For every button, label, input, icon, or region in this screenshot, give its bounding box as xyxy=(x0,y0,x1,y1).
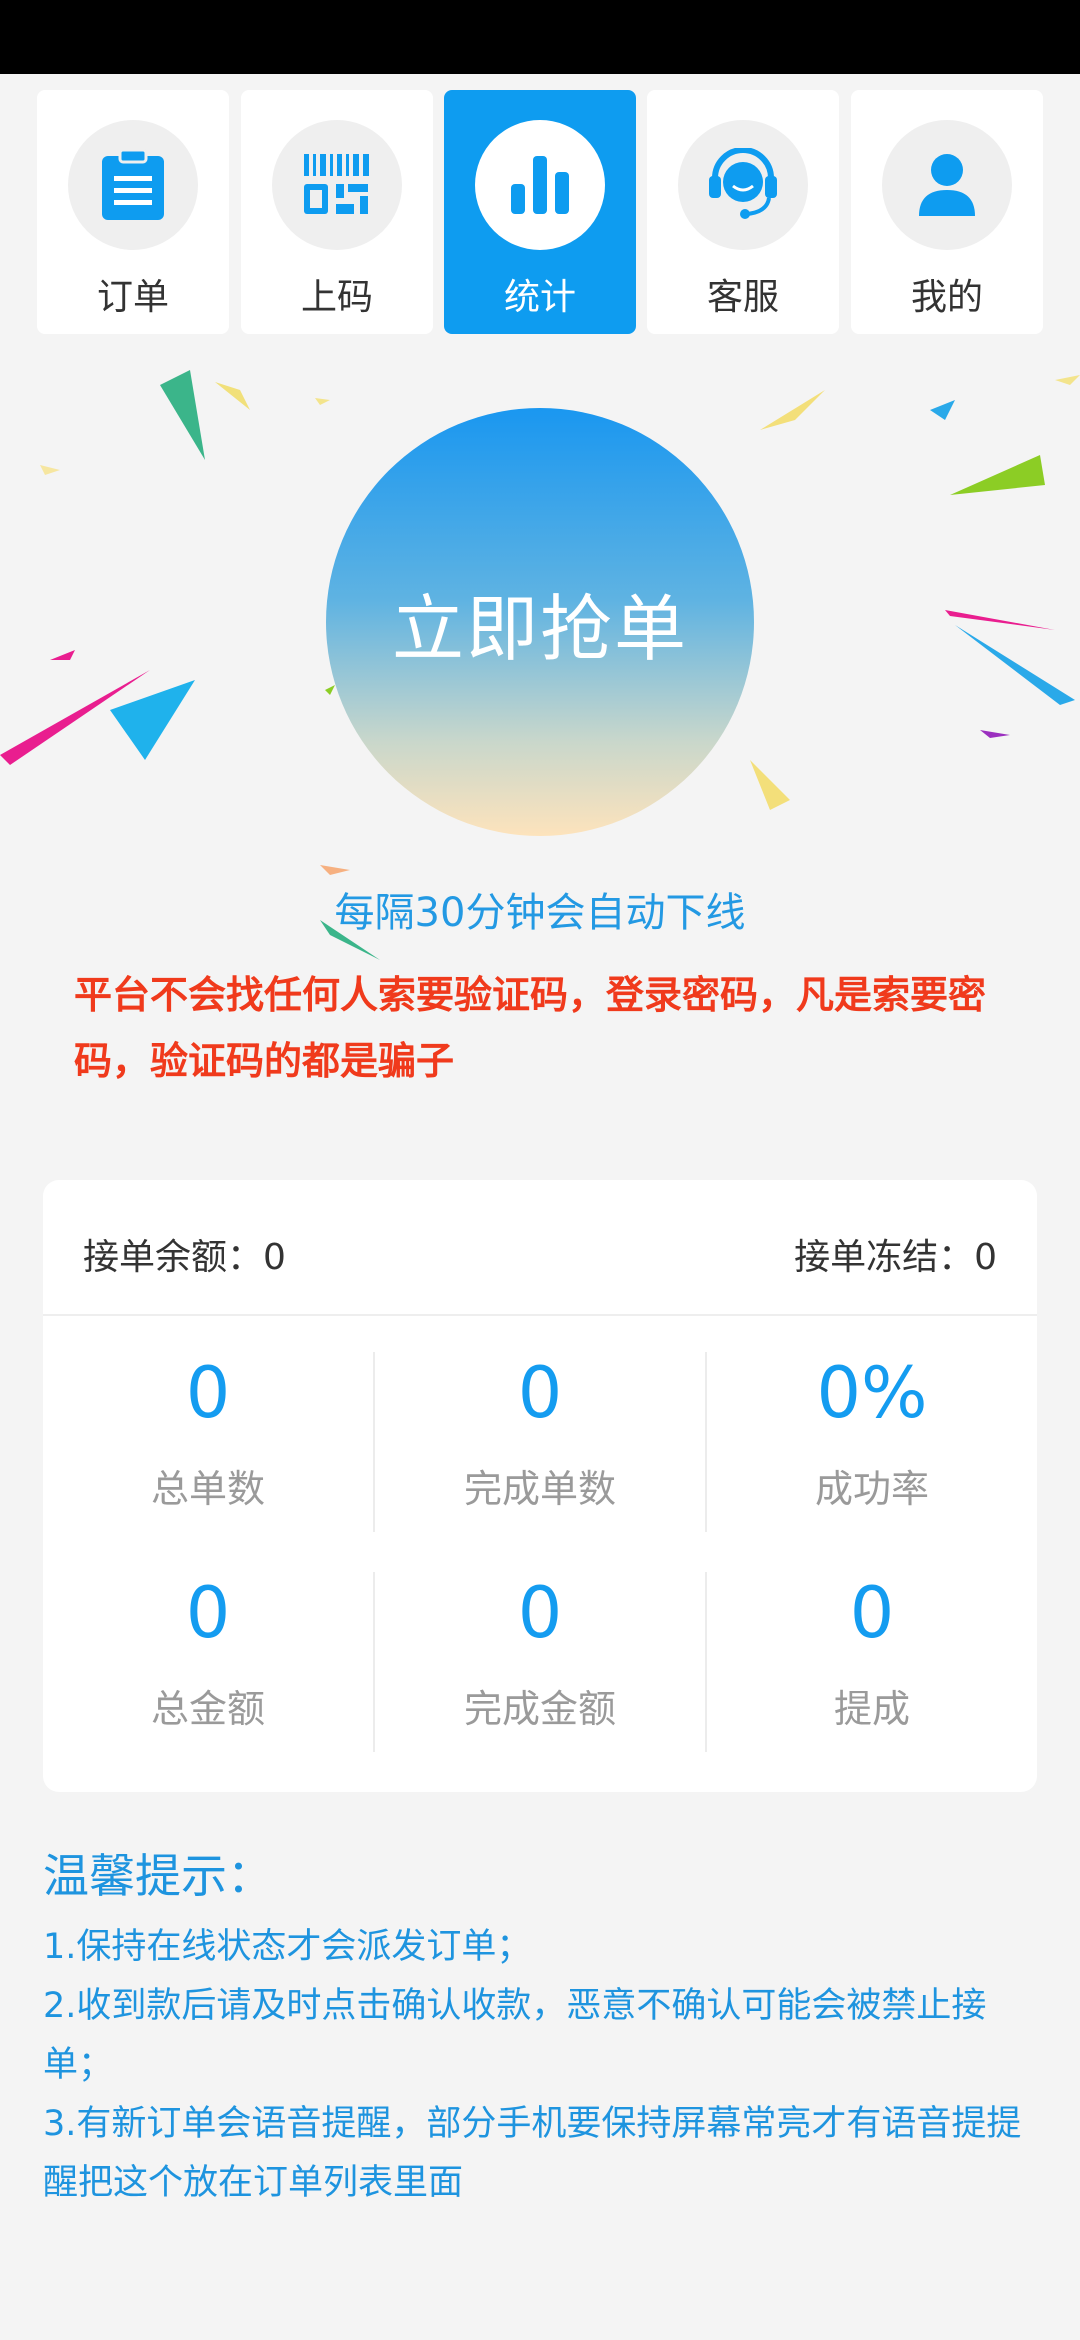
stat-value: 0 xyxy=(517,1572,563,1654)
tab-orders[interactable]: 订单 xyxy=(37,90,229,334)
stat-label: 提成 xyxy=(833,1687,910,1731)
headset-icon xyxy=(678,120,808,250)
tab-mine-label: 我的 xyxy=(910,277,983,318)
status-bar xyxy=(0,0,1080,74)
fraud-warning: 平台不会找任何人索要验证码，登录密码，凡是索要密码，验证码的都是骗子 xyxy=(74,973,987,1083)
stats-card: 接单余额：0 接单冻结：0 0 总单数 0 完成单数 0% 成功率 0 总金额 … xyxy=(43,1180,1037,1792)
tab-upload-code[interactable]: 上码 xyxy=(241,90,433,334)
tab-orders-label: 订单 xyxy=(96,277,169,318)
tips-list: 1.保持在线状态才会派发订单； 2.收到款后请及时点击确认收款，恶意不确认可能会… xyxy=(43,1918,1023,2213)
stat-success-rate: 0% 成功率 xyxy=(707,1352,1037,1532)
tab-upload-code-label: 上码 xyxy=(300,277,373,318)
stat-label: 完成金额 xyxy=(463,1687,616,1731)
stat-label: 成功率 xyxy=(814,1467,929,1511)
stat-label: 总单数 xyxy=(150,1467,265,1511)
tips-title: 温馨提示： xyxy=(43,1849,273,1903)
user-icon xyxy=(882,120,1012,250)
stat-completed-amount: 0 完成金额 xyxy=(375,1572,705,1752)
tab-customer-service[interactable]: 客服 xyxy=(647,90,839,334)
stat-completed-orders: 0 完成单数 xyxy=(375,1352,705,1532)
stat-value: 0% xyxy=(816,1352,928,1434)
stat-label: 完成单数 xyxy=(463,1467,616,1511)
tip-item: 3.有新订单会语音提醒，部分手机要保持屏幕常亮才有语音提提醒把这个放在订单列表里… xyxy=(43,2104,1022,2203)
stat-commission: 0 提成 xyxy=(707,1572,1037,1752)
clipboard-icon xyxy=(68,120,198,250)
top-nav: 订单 上码 统计 客服 我的 xyxy=(37,90,1043,334)
tab-statistics[interactable]: 统计 xyxy=(444,90,636,334)
tab-customer-service-label: 客服 xyxy=(706,277,779,318)
divider xyxy=(43,1314,1037,1316)
tip-item: 2.收到款后请及时点击确认收款，恶意不确认可能会被禁止接单； xyxy=(43,1986,987,2085)
stat-value: 0 xyxy=(849,1572,895,1654)
grab-order-label: 立即抢单 xyxy=(391,586,688,671)
tab-statistics-label: 统计 xyxy=(503,277,576,318)
stat-label: 总金额 xyxy=(150,1687,265,1731)
barcode-icon xyxy=(272,120,402,250)
grab-order-button[interactable]: 立即抢单 xyxy=(326,408,754,836)
order-frozen: 接单冻结：0 xyxy=(794,1237,997,1278)
bar-chart-icon xyxy=(475,120,605,250)
stat-value: 0 xyxy=(517,1352,563,1434)
tip-item: 1.保持在线状态才会派发订单； xyxy=(43,1927,532,1967)
stat-total-orders: 0 总单数 xyxy=(43,1352,373,1532)
tab-mine[interactable]: 我的 xyxy=(851,90,1043,334)
stat-total-amount: 0 总金额 xyxy=(43,1572,373,1752)
stat-value: 0 xyxy=(185,1352,231,1434)
auto-offline-notice: 每隔30分钟会自动下线 xyxy=(334,890,746,936)
stat-value: 0 xyxy=(185,1572,231,1654)
order-balance: 接单余额：0 xyxy=(83,1237,286,1278)
